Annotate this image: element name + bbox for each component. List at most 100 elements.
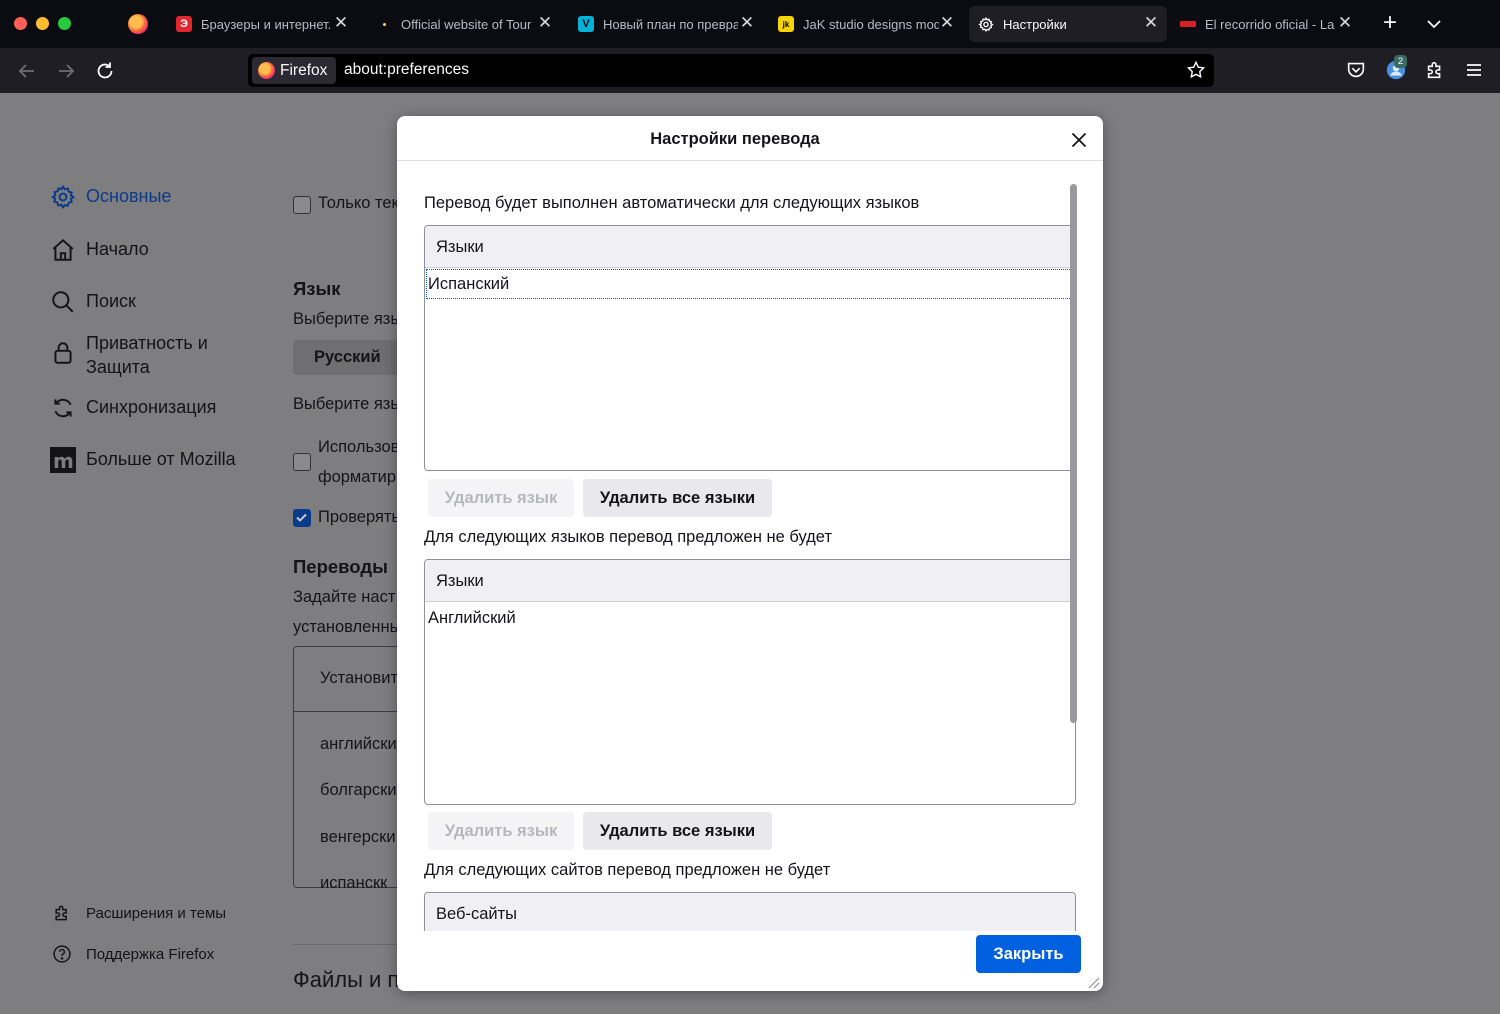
gear-icon: [50, 184, 76, 210]
use-format-label: Использов: [318, 438, 400, 456]
never-translate-list[interactable]: Языки Английский: [424, 559, 1076, 805]
firefox-view-icon[interactable]: [128, 14, 148, 34]
new-tab-button[interactable]: +: [1380, 10, 1400, 36]
tab-item-active[interactable]: Настройки ✕: [969, 6, 1167, 42]
dialog-title: Настройки перевода: [650, 130, 820, 148]
sidebar-item-search[interactable]: Поиск: [50, 289, 136, 315]
choose-language-text: Выберите язы: [293, 310, 403, 328]
never-translate-sites-list[interactable]: Веб-сайты: [424, 892, 1076, 931]
list-header: Языки: [425, 226, 1075, 268]
text-only-checkbox[interactable]: [293, 196, 311, 214]
tab-title: Новый план по превра: [603, 16, 738, 32]
sidebar-item-sync[interactable]: Синхронизация: [50, 395, 216, 421]
pocket-icon[interactable]: [1345, 59, 1367, 81]
sidebar-footer-label: Поддержка Firefox: [86, 945, 215, 963]
sidebar-item-label: Основные: [86, 186, 172, 206]
tab-title: El recorrido oficial - La: [1205, 16, 1335, 32]
close-button[interactable]: Закрыть: [976, 935, 1081, 973]
notification-badge: 2: [1394, 55, 1407, 68]
sidebar-item-label: Поиск: [86, 291, 136, 311]
always-translate-label: Перевод будет выполнен автоматически для…: [424, 194, 920, 212]
translations-description: установленны: [293, 618, 402, 636]
spellcheck-label: Проверять: [318, 508, 401, 526]
help-icon: [52, 944, 72, 964]
close-icon[interactable]: [1067, 128, 1091, 152]
tab-item[interactable]: Э Браузеры и интернет. ✕: [176, 6, 356, 42]
reload-icon[interactable]: [94, 60, 116, 82]
spellcheck-checkbox[interactable]: [293, 509, 311, 527]
bookmark-star-icon[interactable]: [1186, 60, 1206, 80]
sidebar-item-home[interactable]: Начало: [50, 237, 149, 263]
translations-description: Задайте наст: [293, 588, 396, 606]
table-row: английски: [320, 735, 397, 753]
back-arrow-icon[interactable]: [16, 60, 38, 82]
dot-icon: [376, 16, 392, 32]
sidebar-item-label: Приватность и Защита: [86, 333, 208, 377]
remove-language-button[interactable]: Удалить язык: [428, 479, 574, 517]
sidebar-item-general[interactable]: Основные: [50, 184, 171, 210]
extensions-puzzle-icon[interactable]: [1424, 59, 1446, 81]
window-close-button[interactable]: [14, 17, 27, 30]
tab-item[interactable]: Official website of Tour ✕: [376, 6, 556, 42]
close-icon[interactable]: ✕: [536, 14, 554, 32]
forward-arrow-icon[interactable]: [55, 60, 77, 82]
svg-text:m: m: [53, 449, 74, 473]
close-icon[interactable]: ✕: [332, 14, 350, 32]
window-minimize-button[interactable]: [36, 17, 49, 30]
list-item[interactable]: Английский: [425, 602, 1075, 634]
choose-language-text: Выберите язы: [293, 395, 403, 413]
language-select-button[interactable]: Русский: [293, 340, 413, 375]
mozilla-icon: m: [50, 447, 76, 473]
translation-settings-dialog: Настройки перевода Перевод будет выполне…: [397, 116, 1103, 991]
resize-grip-icon[interactable]: [1086, 975, 1100, 989]
tab-item[interactable]: V Новый план по превра ✕: [578, 6, 758, 42]
remove-all-languages-button[interactable]: Удалить все языки: [583, 812, 772, 850]
tab-item[interactable]: El recorrido oficial - La ✕: [1180, 6, 1360, 42]
language-heading: Язык: [293, 278, 341, 299]
text-only-label: Только тек: [318, 194, 399, 212]
remove-language-button[interactable]: Удалить язык: [428, 812, 574, 850]
translations-heading: Переводы: [293, 556, 388, 577]
identity-box[interactable]: Firefox: [252, 57, 337, 84]
sidebar-item-label: Начало: [86, 239, 149, 259]
sidebar-support-link[interactable]: Поддержка Firefox: [52, 944, 214, 964]
table-header: Установит: [320, 669, 399, 687]
close-icon[interactable]: ✕: [1142, 14, 1160, 32]
tab-item[interactable]: jk JaK studio designs mod ✕: [778, 6, 958, 42]
never-translate-sites-label: Для следующих сайтов перевод предложен н…: [424, 861, 831, 879]
list-header: Веб-сайты: [425, 893, 1075, 931]
v-logo-icon: V: [578, 16, 594, 32]
always-translate-list[interactable]: Языки Испанский: [424, 225, 1076, 471]
hamburger-menu-icon[interactable]: [1463, 59, 1485, 81]
remove-all-languages-button[interactable]: Удалить все языки: [583, 479, 772, 517]
sidebar-item-privacy[interactable]: Приватность и Защита: [50, 331, 240, 379]
dialog-scrollbar[interactable]: [1070, 184, 1077, 723]
never-translate-label: Для следующих языков перевод предложен н…: [424, 528, 832, 546]
table-row: болгарски: [320, 781, 397, 799]
sidebar-addons-link[interactable]: Расширения и темы: [52, 903, 226, 923]
jak-logo-icon: jk: [778, 16, 794, 32]
window-zoom-button[interactable]: [58, 17, 71, 30]
sidebar-footer-label: Расширения и темы: [86, 904, 227, 922]
sidebar-item-label: Больше от Mozilla: [86, 449, 236, 469]
files-heading: Файлы и п: [293, 967, 400, 992]
puzzle-icon: [52, 903, 72, 923]
red-news-icon: Э: [176, 16, 192, 32]
lock-icon: [50, 340, 76, 366]
tab-title: Official website of Tour: [401, 16, 532, 32]
use-format-checkbox[interactable]: [293, 453, 311, 471]
tab-list-chevron-icon[interactable]: [1424, 14, 1444, 34]
home-icon: [50, 237, 76, 263]
close-icon[interactable]: ✕: [1336, 14, 1354, 32]
sidebar-item-mozilla[interactable]: m Больше от Mozilla: [50, 447, 236, 473]
search-icon: [50, 289, 76, 315]
url-input[interactable]: about:preferences: [344, 61, 469, 79]
close-icon[interactable]: ✕: [738, 14, 756, 32]
tab-strip: Э Браузеры и интернет. ✕ Official websit…: [0, 0, 1500, 48]
list-item[interactable]: Испанский: [425, 268, 1075, 300]
dialog-body: Перевод будет выполнен автоматически для…: [397, 161, 1103, 931]
sync-icon: [50, 395, 76, 421]
close-icon[interactable]: ✕: [938, 14, 956, 32]
identity-label: Firefox: [280, 61, 328, 79]
list-header: Языки: [425, 560, 1075, 602]
